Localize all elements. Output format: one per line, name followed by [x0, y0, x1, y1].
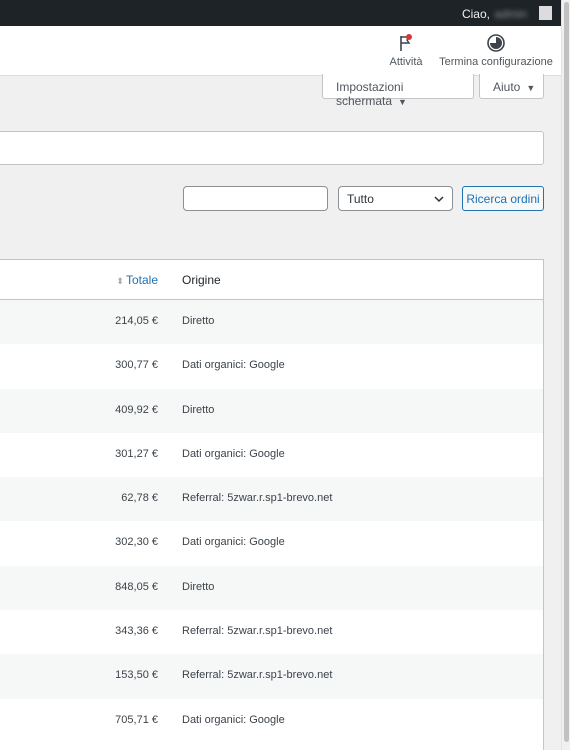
progress-circle-icon: [487, 34, 505, 52]
table-row[interactable]: 62,78 € Referral: 5zwar.r.sp1-brevo.net: [0, 477, 543, 522]
order-origin: Diretto: [182, 403, 215, 416]
column-total-label: Totale: [125, 273, 158, 287]
order-total: 343,36 €: [115, 625, 158, 638]
greeting-text: Ciao,: [461, 7, 490, 21]
notice-box: [0, 131, 544, 165]
screen-options-button[interactable]: Impostazioni schermata ▼: [322, 74, 474, 108]
search-input[interactable]: [183, 186, 328, 211]
caret-down-icon: ▼: [398, 97, 407, 107]
status-select[interactable]: Tutto: [338, 186, 453, 211]
finish-setup-button[interactable]: Termina configurazione: [438, 33, 554, 68]
help-button[interactable]: Aiuto ▼: [479, 74, 544, 99]
order-origin: Diretto: [182, 315, 215, 327]
table-row[interactable]: 300,77 € Dati organici: Google: [0, 344, 543, 388]
search-orders-button[interactable]: Ricerca ordini: [462, 186, 544, 211]
chevron-down-icon: [434, 196, 444, 203]
activity-button[interactable]: Attività: [385, 33, 427, 68]
admin-bar: Ciao, admin: [0, 0, 561, 26]
account-menu[interactable]: Ciao, admin: [462, 7, 527, 21]
username: admin: [494, 7, 527, 21]
order-total: 302,30 €: [115, 536, 158, 549]
activity-label: Attività: [389, 56, 423, 68]
header-bar: Attività Termina configurazione: [0, 26, 561, 76]
order-total: 301,27 €: [115, 447, 158, 460]
order-total: 153,50 €: [115, 669, 158, 682]
order-total: 409,92 €: [115, 403, 158, 416]
table-row[interactable]: 848,05 € Diretto: [0, 565, 543, 611]
orders-table: ⬍ Totale Origine 214,05 € Diretto 300,77 € D…: [0, 259, 544, 750]
table-row[interactable]: 343,36 € Referral: 5zwar.r.sp1-brevo.net: [0, 610, 543, 654]
window-scrollbar[interactable]: [561, 0, 570, 750]
order-origin: Referral: 5zwar.r.sp1-brevo.net: [182, 625, 333, 638]
order-total: 705,71 €: [115, 713, 158, 726]
order-total: 214,05 €: [115, 315, 158, 327]
order-total: 300,77 €: [115, 359, 158, 372]
order-total: 62,78 €: [121, 492, 158, 505]
order-origin: Diretto: [182, 580, 215, 593]
order-origin: Dati organici: Google: [182, 359, 285, 372]
table-row[interactable]: 301,27 € Dati organici: Google: [0, 433, 543, 477]
column-total[interactable]: ⬍ Totale: [116, 273, 158, 287]
sort-icon: ⬍: [116, 276, 124, 286]
table-row[interactable]: 409,92 € Diretto: [0, 388, 543, 433]
order-origin: Dati organici: Google: [182, 447, 285, 460]
order-origin: Dati organici: Google: [182, 713, 285, 726]
help-label: Aiuto: [493, 80, 521, 94]
order-origin: Referral: 5zwar.r.sp1-brevo.net: [182, 669, 333, 682]
screen-options-label: Impostazioni schermata: [336, 80, 404, 108]
order-origin: Referral: 5zwar.r.sp1-brevo.net: [182, 492, 333, 505]
table-body: 214,05 € Diretto 300,77 € Dati organici: Go…: [0, 300, 543, 743]
table-row[interactable]: 214,05 € Diretto: [0, 300, 543, 345]
finish-setup-label: Termina configurazione: [439, 56, 553, 68]
table-row[interactable]: 302,30 € Dati organici: Google: [0, 521, 543, 565]
avatar[interactable]: [539, 6, 552, 20]
table-row[interactable]: 705,71 € Dati organici: Google: [0, 699, 543, 743]
order-total: 848,05 €: [115, 580, 158, 593]
order-origin: Dati organici: Google: [182, 536, 285, 549]
flag-icon: [400, 34, 412, 51]
column-origin: Origine: [182, 273, 221, 287]
table-header: ⬍ Totale Origine: [0, 260, 543, 300]
status-select-value: Tutto: [347, 192, 374, 206]
table-row[interactable]: 153,50 € Referral: 5zwar.r.sp1-brevo.net: [0, 654, 543, 699]
scrollbar-thumb[interactable]: [564, 2, 569, 742]
caret-down-icon: ▼: [526, 83, 536, 93]
